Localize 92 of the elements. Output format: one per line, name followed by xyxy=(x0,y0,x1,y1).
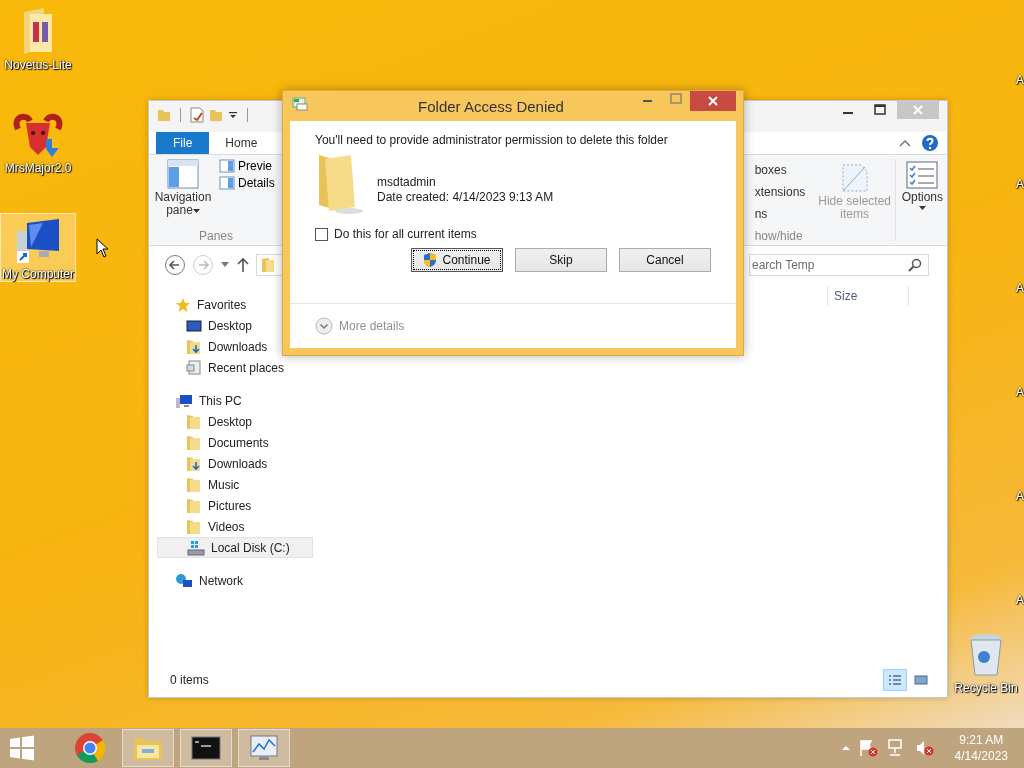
desktop-icon-label: A xyxy=(1016,177,1024,191)
dialog-title: Folder Access Denied xyxy=(417,98,565,115)
cursor-icon xyxy=(96,238,110,258)
collapse-ribbon-icon[interactable] xyxy=(899,139,911,147)
details-list-icon xyxy=(888,674,902,686)
close-icon xyxy=(912,104,924,116)
taskbar-button[interactable] xyxy=(180,729,232,767)
pane-icon xyxy=(219,159,235,173)
nav-item[interactable]: Downloads xyxy=(157,453,313,474)
nav-item[interactable]: Favorites xyxy=(157,294,313,315)
desktop-icon-label: My Computer xyxy=(2,267,74,281)
date-created: Date created: 4/14/2023 9:13 AM xyxy=(377,190,554,204)
details-view-button[interactable] xyxy=(883,669,907,691)
navigation-pane-button[interactable]: Navigation pane xyxy=(153,159,213,217)
nav-item[interactable]: Local Disk (C:) xyxy=(157,537,313,558)
desktop-icon-label: MrsMajor2.0 xyxy=(4,161,72,175)
back-icon[interactable] xyxy=(164,254,186,276)
folder-icon xyxy=(186,413,202,430)
caret-icon xyxy=(192,209,200,214)
desktop-icon-label: A xyxy=(1016,73,1024,87)
ribbon-option[interactable]: ns xyxy=(754,207,806,221)
desktop-icon-label: Novetus-Lite xyxy=(4,58,72,72)
computer-icon xyxy=(175,392,193,409)
start-button[interactable] xyxy=(8,734,36,762)
caret-icon xyxy=(918,206,926,211)
desktop-icon-label: A xyxy=(1016,281,1024,295)
search-icon xyxy=(908,258,922,272)
group-label: how/hide xyxy=(754,229,803,243)
desktop-icon xyxy=(186,317,202,334)
ram-head-icon xyxy=(12,111,64,159)
folder-name: msdtadmin xyxy=(377,175,437,189)
pane-button[interactable]: Details xyxy=(219,176,279,190)
checklist-icon xyxy=(906,161,939,189)
ribbon-option[interactable]: xtensions xyxy=(754,185,806,199)
nav-item[interactable]: Music xyxy=(157,474,313,495)
up-icon[interactable] xyxy=(236,257,250,273)
ribbon-option[interactable]: boxes xyxy=(754,163,806,177)
column-header[interactable]: Size xyxy=(827,286,909,306)
nav-item[interactable]: Desktop xyxy=(157,411,313,432)
star-icon xyxy=(175,296,191,313)
downloads-folder-icon xyxy=(186,338,202,355)
folder-icon xyxy=(186,518,202,535)
document-icon[interactable] xyxy=(190,107,204,123)
show-hidden-icons-icon[interactable] xyxy=(840,744,851,752)
navigation-pane-icon xyxy=(167,159,199,189)
folder-icon xyxy=(186,476,202,493)
folder-move-icon xyxy=(292,97,308,111)
downloads-folder-icon xyxy=(186,455,202,472)
nav-item[interactable]: Desktop xyxy=(157,315,313,336)
flag-warning-icon[interactable] xyxy=(858,739,879,757)
desktop-icon-label: A xyxy=(1016,385,1024,399)
nav-item[interactable]: Pictures xyxy=(157,495,313,516)
pane-icon xyxy=(219,176,235,190)
nav-item[interactable]: Recent places xyxy=(157,357,313,378)
nav-item[interactable]: Documents xyxy=(157,432,313,453)
group-label: Panes xyxy=(199,229,233,243)
file-tab[interactable]: File xyxy=(156,132,210,154)
folder-icon xyxy=(186,497,202,514)
round-logo-icon xyxy=(74,732,106,764)
hidden-page-icon xyxy=(840,163,869,193)
dialog-button[interactable]: Cancel xyxy=(619,248,711,272)
network-icon xyxy=(175,572,193,589)
nav-item[interactable]: Network xyxy=(157,570,313,591)
close-icon xyxy=(707,95,719,107)
desktop-icon-label: A xyxy=(1016,489,1024,503)
pane-button[interactable]: Previe xyxy=(219,159,279,173)
nav-item[interactable]: This PC xyxy=(157,390,313,411)
speaker-muted-icon[interactable] xyxy=(914,739,935,757)
all-items-checkbox[interactable]: Do this for all current items xyxy=(315,227,711,241)
recent-places-icon xyxy=(186,359,202,376)
desktop-icon-label: Recycle Bin xyxy=(954,681,1018,695)
close-button[interactable] xyxy=(690,91,736,111)
folder-icon xyxy=(186,434,202,451)
folder-icon xyxy=(261,257,275,273)
status-text: 0 items xyxy=(170,673,209,687)
large-icon-view-icon xyxy=(914,674,928,686)
help-icon[interactable] xyxy=(921,134,939,152)
shield-icon xyxy=(423,252,438,268)
dialog-message: You'll need to provide administrator permission to delete this folder xyxy=(315,133,669,147)
chevron-icon xyxy=(315,317,333,335)
disk-drive-icon xyxy=(187,539,205,556)
terminal-icon xyxy=(191,736,221,760)
nav-item[interactable]: Downloads xyxy=(157,336,313,357)
dialog-button[interactable]: Skip xyxy=(515,248,607,272)
options-button[interactable]: Options xyxy=(897,155,947,245)
nav-item[interactable]: Videos xyxy=(157,516,313,537)
search-field[interactable]: earch Temp xyxy=(749,254,929,276)
continue-button[interactable]: Continue xyxy=(411,248,503,272)
ribbon-tab[interactable]: Home xyxy=(209,132,274,154)
chart-monitor-icon xyxy=(249,734,279,762)
dropdown-icon[interactable] xyxy=(228,110,238,120)
desktop-icon-label: A xyxy=(1016,593,1024,607)
